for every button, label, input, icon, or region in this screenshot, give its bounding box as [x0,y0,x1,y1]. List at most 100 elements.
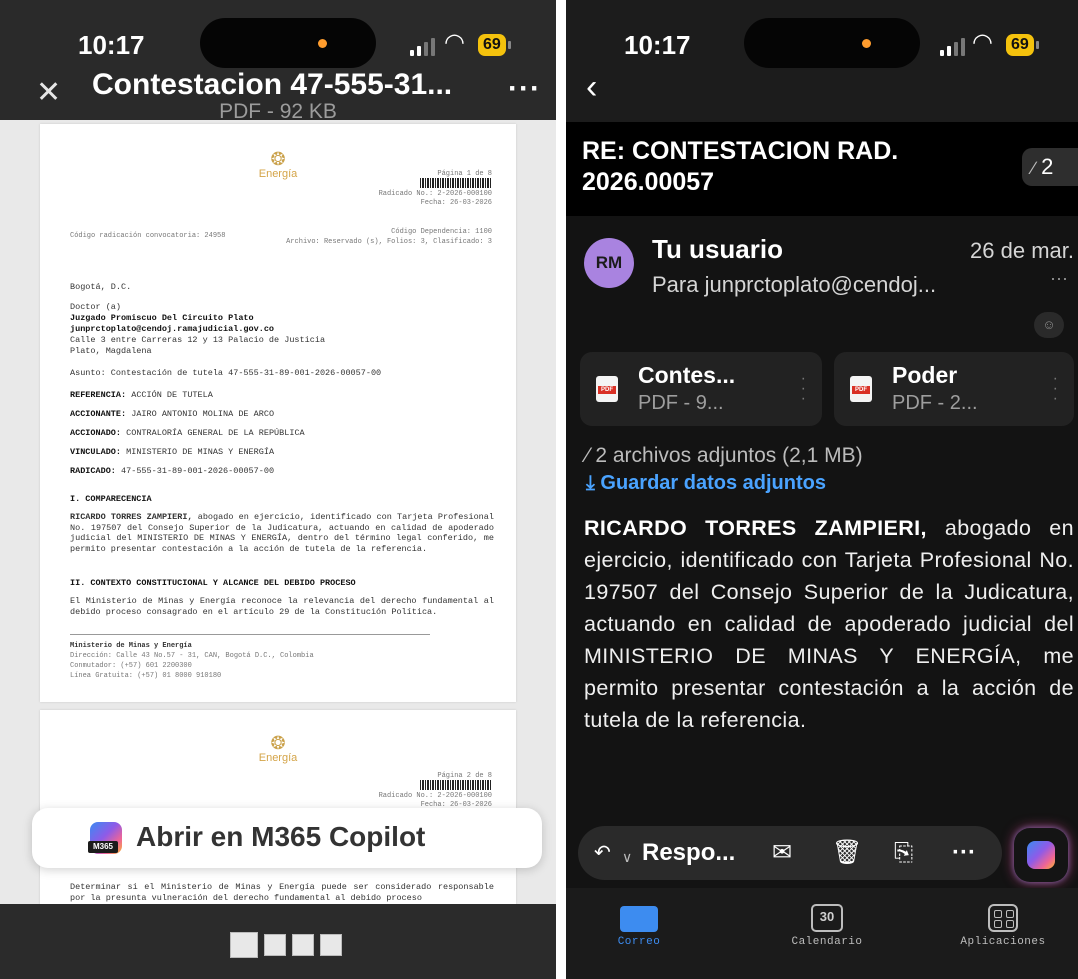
salutation: Doctor (a) [70,302,122,312]
open-in-copilot-button[interactable]: M365 Abrir en M365 Copilot [32,808,542,868]
more-actions-icon[interactable]: ··· [952,838,976,868]
message-date: 26 de mar. [970,238,1074,263]
attachments-summary: ∕ 2 archivos adjuntos (2,1 MB) [586,444,863,467]
recipient-more-icon[interactable]: ··· [1050,268,1068,289]
reply-button[interactable]: Respo... [642,838,735,868]
pdf-viewer-screen: 10:17 ◠ 69 ✕ Contestacion 47-555-31... ·… [0,0,556,979]
recipient-line[interactable]: Para junprctoplato@cendoj... [652,272,936,298]
tab-correo[interactable]: Correo [566,902,714,948]
save-attachments-link[interactable]: ⤓ Guardar datos adjuntos [586,472,826,495]
wifi-icon: ◠ [972,29,993,56]
attachment-name: Poder [892,362,958,388]
page-thumbnail-strip [0,904,556,979]
move-to-folder-icon[interactable]: ⎘ [894,838,913,868]
radicado-label-2: Radicado No.: 2-2026-000100 [378,792,492,800]
energia-logo-2: ❂ Energía [40,734,516,764]
m365-badge: M365 [88,841,118,853]
footer-phone: Conmutador: (+57) 601 2200300 [70,662,192,670]
radicado-label: Radicado No.: 2-2026-000100 [378,190,492,198]
thumbnail-page-2[interactable] [264,934,286,956]
open-in-copilot-label: Abrir en M365 Copilot [136,821,426,852]
barcode [420,178,492,188]
dynamic-island [744,18,920,68]
footer-line: Línea Gratuita: (+57) 01 8000 910180 [70,672,222,680]
paperclip-icon: ∕ [1032,158,1036,178]
attachment-card-1[interactable]: Contes... PDF - 9... ··· [580,352,822,426]
copilot-icon [1027,841,1055,869]
calendar-icon: 30 [811,904,843,932]
email-body: RICARDO TORRES ZAMPIERI, abogado en ejer… [584,516,1074,732]
tab-calendario[interactable]: 30 Calendario [752,902,902,948]
download-icon: ⤓ [586,472,595,494]
thumbnail-page-1[interactable] [230,932,258,958]
code-right: Código Dependencia: 1100 [391,228,492,236]
chevron-down-icon[interactable]: ∨ [622,842,632,872]
code-left: Código radicación convocatoria: 24958 [70,232,226,240]
sender-avatar[interactable]: RM [584,238,634,288]
wifi-icon: ◠ [444,29,465,56]
vinculado-line: VINCULADO: MINISTERIO DE MINAS Y ENERGÍA [70,447,275,457]
signal-icon [940,38,965,56]
tab-aplicaciones[interactable]: Aplicaciones [928,902,1078,948]
mail-icon [620,906,658,932]
email-subject: RE: CONTESTACION RAD. 2026.00057 [582,137,899,196]
footer-address: Dirección: Calle 43 No.57 - 31, CAN, Bog… [70,652,314,660]
fecha-label: Fecha: 26-03-2026 [420,199,492,207]
document-subtitle: PDF - 92 KB [219,100,337,123]
footer-org: Ministerio de Minas y Energía [70,642,192,650]
accionado-line: ACCIONADO: CONTRALORÍA GENERAL DE LA REP… [70,428,305,438]
battery-icon: 69 [478,34,511,56]
asunto: Asunto: Contestación de tutela 47-555-31… [70,368,382,378]
referencia-line: REFERENCIA: ACCIÓN DE TUTELA [70,390,213,400]
status-time: 10:17 [78,30,145,60]
page-2-text: Determinar si el Ministerio de Minas y E… [70,882,494,903]
bottom-tab-bar: Correo 30 Calendario Aplicaciones [566,888,1078,979]
attachment-name: Contes... [638,362,736,388]
attachment-menu-icon[interactable]: · · · [801,371,806,407]
smiley-icon[interactable]: ☺ [1034,312,1064,338]
sender-name[interactable]: Tu usuario [652,234,783,265]
court-name: Juzgado Promiscuo Del Circuito Plato [70,313,254,323]
barcode-2 [420,780,492,790]
signal-icon [410,38,435,56]
emblem-icon: ❂ [270,733,286,753]
court-place: Plato, Magdalena [70,346,152,356]
screenshot-composite: 10:17 ◠ 69 ✕ Contestacion 47-555-31... ·… [0,0,1078,979]
attachment-size: PDF - 2... [892,392,978,414]
attachment-size: PDF - 9... [638,392,724,414]
accionante-line: ACCIONANTE: JAIRO ANTONIO MOLINA DE ARCO [70,409,275,419]
attachment-menu-icon[interactable]: · · · [1053,371,1058,407]
recording-dot-icon [318,39,327,48]
back-icon[interactable]: ‹ [586,70,597,104]
section-1-heading: I. COMPARECENCIA [70,494,152,504]
attachment-count-badge[interactable]: ∕ 2 [1022,148,1078,186]
reply-all-icon[interactable]: ↶ [594,838,611,868]
section-2-heading: II. CONTEXTO CONSTITUCIONAL Y ALCANCE DE… [70,578,356,588]
thumbnail-page-4[interactable] [320,934,342,956]
footer-divider [70,634,430,635]
recording-dot-icon [862,39,871,48]
dynamic-island [200,18,376,68]
mark-unread-icon[interactable]: ✉ [772,838,792,868]
section-1-text: RICARDO TORRES ZAMPIERI, abogado en ejer… [70,512,494,554]
emblem-icon: ❂ [270,149,286,169]
document-title: Contestacion 47-555-31... [92,68,453,101]
court-address: Calle 3 entre Carreras 12 y 13 Palacio d… [70,335,326,345]
paperclip-icon: ∕ [586,444,590,467]
archive-label: Archivo: Reservado (s), Folios: 3, Clasi… [286,238,492,246]
court-email: junprctoplato@cendoj.ramajudicial.gov.co [70,324,275,334]
status-time: 10:17 [624,30,691,60]
pdf-file-icon [596,376,618,402]
section-2-text: El Ministerio de Minas y Energía reconoc… [70,596,494,617]
page-label-2: Página 2 de 8 [437,772,492,780]
trash-icon[interactable]: 🗑 [832,838,862,868]
pdf-page-1[interactable]: ❂ Energía Página 1 de 8 Radicado No.: 2-… [40,124,516,702]
attachment-card-2[interactable]: Poder PDF - 2... ··· [834,352,1074,426]
city: Bogotá, D.C. [70,282,132,292]
pdf-file-icon [850,376,872,402]
thumbnail-page-3[interactable] [292,934,314,956]
apps-grid-icon [988,904,1018,932]
outlook-email-screen: 10:17 ◠ 69 ‹ RE: CONTESTACION RAD. 2026.… [566,0,1078,979]
battery-icon: 69 [1006,34,1039,56]
copilot-button[interactable] [1014,828,1068,882]
